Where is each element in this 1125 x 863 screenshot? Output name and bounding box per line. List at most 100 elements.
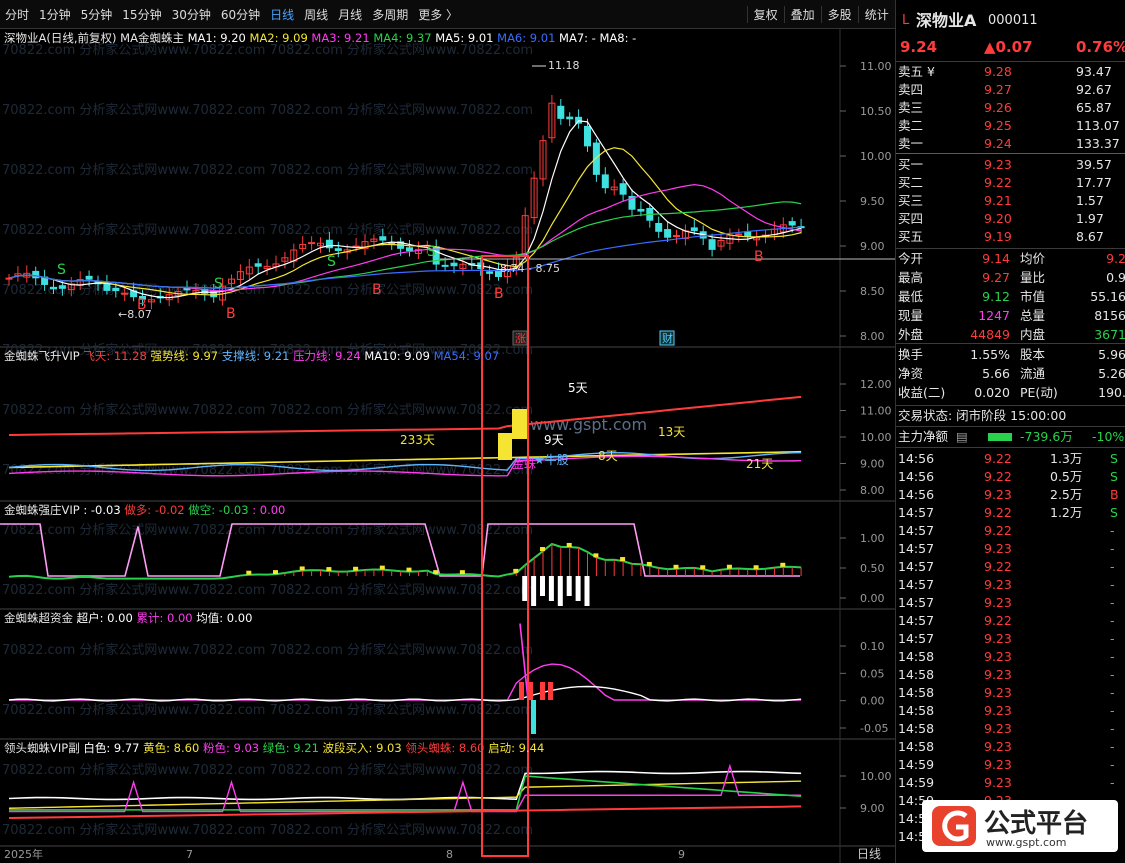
kline-chart-svg[interactable]: 70822.com 分析家公式网www.70822.com 70822.com … [0,28,895,863]
long-marker [459,570,465,575]
buy-marker: B [226,306,236,322]
main-flow-row[interactable]: 主力净额 ▤ -739.6万 -10% [896,428,1125,446]
long-marker [753,565,759,570]
sell-marker: S [327,254,336,270]
p1ma-field-1: MA2: 9.09 [249,31,312,45]
ask-label: 卖五 ¥ [898,64,935,79]
period-tab-10[interactable]: 更多 〉 [413,6,463,23]
period-tab-0[interactable]: 分时 [0,6,34,23]
ask-price: 9.25 [984,118,1012,133]
tick-row: 14:57 9.23 - [896,630,1125,648]
tool-button-3[interactable]: 统计 [857,5,895,23]
p3-tick: 0.00 [860,592,885,605]
stat2-label: 净资 [898,366,924,381]
period-tab-1[interactable]: 1分钟 [34,6,76,23]
bid-row-3: 买四 9.20 1.97 [896,210,1125,228]
tick-row: 14:58 9.23 - [896,684,1125,702]
ask-volume: 133.37 [1076,136,1120,151]
candle-body [690,227,698,232]
watermark-text: 70822.com 分析家公式网www.70822.com 70822.com … [2,222,533,238]
period-tab-7[interactable]: 周线 [299,6,333,23]
tool-button-2[interactable]: 多股 [820,5,858,23]
candle-body [5,277,13,280]
bid-price: 9.23 [984,157,1012,172]
logo-url: www.gspt.com [986,836,1067,849]
tool-button-1[interactable]: 叠加 [783,5,821,23]
p5f-field-4: 波段买入: 9.03 [322,741,406,755]
p5f-field-1: 黄色: 8.60 [143,741,203,755]
p3f-field-3: : 0.00 [252,503,286,517]
candle-body [664,229,672,238]
period-tab-4[interactable]: 30分钟 [167,6,216,23]
p2f-field-4: MA10: 9.09 [364,349,434,363]
period-tab-9[interactable]: 多周期 [367,6,413,23]
panel4-fields: 超户: 0.00 累计: 0.00 均值: 0.00 [77,611,253,625]
ask-volume: 65.87 [1076,100,1112,115]
tick-row: 14:58 9.23 - [896,738,1125,756]
tick-price: 9.23 [984,685,1012,700]
stat2-value: 5.96 [1098,347,1125,362]
panel2-header: 金蜘蛛飞升VIP 飞天: 11.28 强势线: 9.97 支撑线: 9.21 压… [4,348,499,364]
candle-body [441,264,449,267]
panel3-header: 金蜘蛛强庄VIP : -0.03 做多: -0.02 做空: -0.03 : 0… [4,502,285,518]
watermark-text: 70822.com 分析家公式网www.70822.com 70822.com … [2,642,533,658]
p5f-field-3: 绿色: 9.21 [262,741,323,755]
p5-tick: 10.00 [860,770,892,783]
bid-label: 买二 [898,175,924,190]
stat2-label: 股本 [1020,347,1046,362]
stat2-value: 0.020 [974,385,1010,400]
buy-marker: B [754,249,764,265]
tick-direction: - [1110,649,1115,664]
tick-price: 9.22 [984,613,1012,628]
stat-value: 3671 [1094,327,1125,342]
p2f-field-1: 强势线: 9.97 [150,349,222,363]
stat-value: 9.12 [982,289,1010,304]
long-marker [780,562,786,567]
tick-row: 14:58 9.23 - [896,648,1125,666]
cumulative-line [9,663,802,701]
chart-area[interactable]: 70822.com 分析家公式网www.70822.com 70822.com … [0,28,895,863]
period-tab-3[interactable]: 15分钟 [117,6,166,23]
ask-row-1: 卖四 9.27 92.67 [896,81,1125,99]
stat2-row-2: 收益(二) 0.020 PE(动) 190. [896,384,1125,402]
panel2-note-6: ★牛股 [534,452,569,467]
tick-time: 14:58 [898,703,935,718]
ask-price: 9.27 [984,82,1012,97]
tick-row: 14:58 9.23 - [896,666,1125,684]
tick-direction: B [1110,487,1119,502]
grid-icon[interactable]: ▤ [956,428,968,446]
ask-price: 9.26 [984,100,1012,115]
tick-direction: - [1110,685,1115,700]
tick-time: 14:57 [898,613,935,628]
candle-body [619,183,627,195]
tick-row: 14:58 9.23 - [896,720,1125,738]
short-block [575,576,581,601]
tick-time: 14:57 [898,541,935,556]
trade-status-text: 交易状态: 闭市阶段 15:00:00 [898,408,1067,423]
bid-price: 9.21 [984,193,1012,208]
tick-time: 14:58 [898,721,935,736]
stat-label: 均价 [1020,251,1046,266]
panel2-note-5: 9天 [544,433,564,447]
tick-row: 14:57 9.22 - [896,558,1125,576]
tick-price: 9.22 [984,505,1012,520]
period-tab-6[interactable]: 日线 [265,6,299,23]
divider [896,405,1125,406]
long-marker [540,547,545,552]
panel5-fields: 白色: 9.77 黄色: 8.60 粉色: 9.03 绿色: 9.21 波段买入… [83,741,544,755]
stat-value: 9.14 [982,251,1010,266]
tick-time: 14:56 [898,487,935,502]
tool-button-0[interactable]: 复权 [746,5,784,23]
divider [896,426,1125,427]
panel2-note-7: 金蛛 [512,456,536,471]
tick-direction: - [1110,613,1115,628]
inflow-bar [548,682,553,700]
candle-body [450,262,458,267]
period-tab-8[interactable]: 月线 [333,6,367,23]
stat2-row-0: 换手 1.55% 股本 5.96 [896,346,1125,364]
period-tab-5[interactable]: 60分钟 [216,6,265,23]
candle-body [637,208,645,212]
candle-body [601,174,609,189]
panel4-name: 金蜘蛛超资金 [4,611,73,625]
period-tab-2[interactable]: 5分钟 [76,6,118,23]
